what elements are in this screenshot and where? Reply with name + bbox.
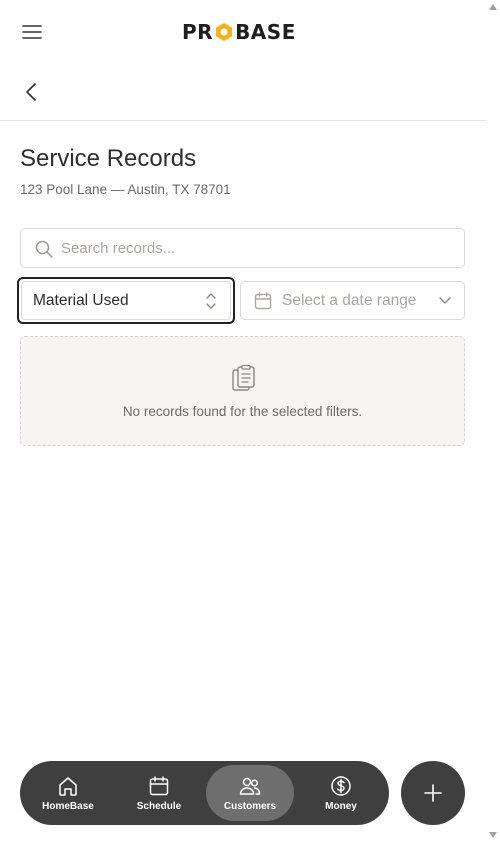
scroll-down-arrow-icon[interactable] xyxy=(489,832,497,838)
hamburger-icon xyxy=(22,25,42,39)
calendar-icon xyxy=(149,775,169,795)
dollar-icon xyxy=(331,775,351,796)
search-box xyxy=(20,228,465,268)
chevron-down-icon xyxy=(439,297,451,304)
nav-label-schedule: Schedule xyxy=(136,800,182,812)
calendar-icon xyxy=(254,292,272,310)
clipboard-icon xyxy=(232,364,255,391)
probase-logo[interactable]: PR BASE xyxy=(182,20,296,44)
record-type-value: Material Used xyxy=(33,292,129,309)
logo-text-left: PR xyxy=(182,20,214,44)
search-input[interactable] xyxy=(61,229,456,267)
chevron-left-icon xyxy=(26,83,36,101)
scroll-up-arrow-icon[interactable] xyxy=(489,4,497,10)
logo-hexagon-icon xyxy=(216,23,233,41)
back-row xyxy=(0,62,486,121)
nav-label-money: Money xyxy=(325,800,357,812)
plus-icon xyxy=(424,784,442,802)
page-scrollbar[interactable] xyxy=(486,0,500,845)
customer-address: 123 Pool Lane — Austin, TX 78701 xyxy=(20,182,231,197)
top-bar: PR BASE xyxy=(0,0,486,62)
nav-item-schedule[interactable]: Schedule xyxy=(115,765,203,821)
chevron-up-down-icon xyxy=(206,293,216,309)
date-range-picker[interactable]: Select a date range xyxy=(240,281,465,320)
users-icon xyxy=(239,777,261,795)
nav-item-money[interactable]: Money xyxy=(297,765,385,821)
logo-text-right: BASE xyxy=(235,20,296,44)
menu-button[interactable] xyxy=(20,20,44,44)
back-button[interactable] xyxy=(20,80,44,104)
empty-state: No records found for the selected filter… xyxy=(20,336,465,446)
home-icon xyxy=(59,776,77,796)
record-type-select-inner[interactable]: Material Used xyxy=(21,281,231,320)
nav-item-customers[interactable]: Customers xyxy=(206,765,294,821)
bottom-nav: HomeBase Schedule Customers Money xyxy=(20,761,389,825)
date-range-placeholder: Select a date range xyxy=(282,292,417,309)
nav-label-customers: Customers xyxy=(223,800,277,812)
nav-item-homebase[interactable]: HomeBase xyxy=(24,765,112,821)
search-icon xyxy=(35,240,53,258)
page-title: Service Records xyxy=(20,145,197,172)
nav-label-homebase: HomeBase xyxy=(42,800,94,812)
empty-state-message: No records found for the selected filter… xyxy=(122,404,363,419)
record-type-select[interactable]: Material Used xyxy=(17,277,235,324)
add-button[interactable] xyxy=(401,761,465,825)
